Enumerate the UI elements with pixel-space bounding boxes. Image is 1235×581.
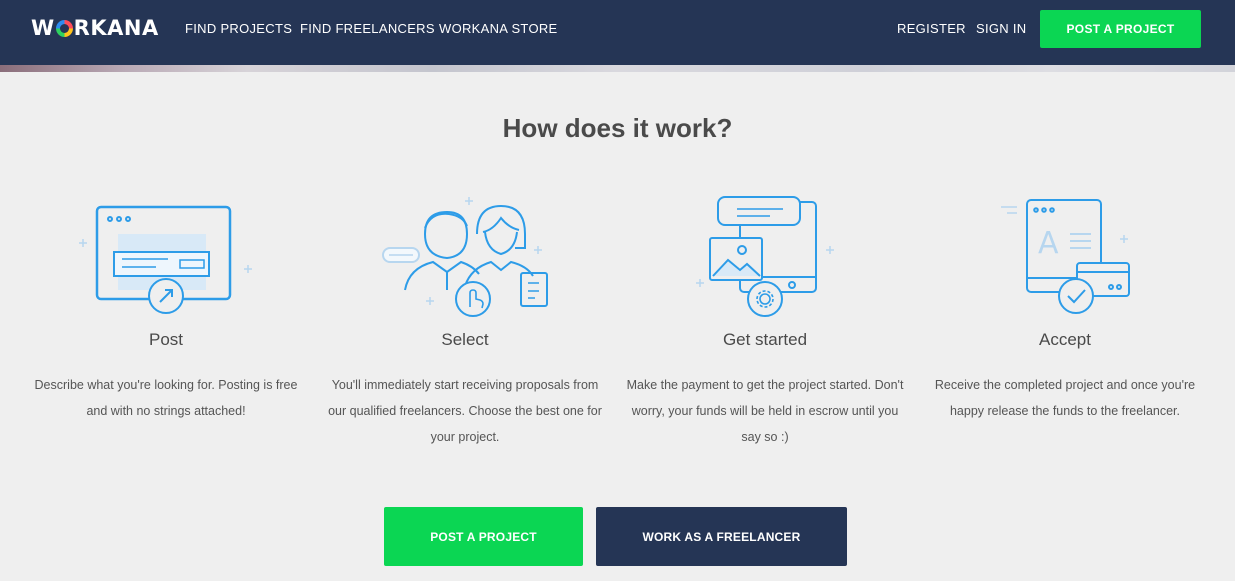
browser-window-icon [79, 205, 252, 314]
top-navbar: W RKANA FIND PROJECTS FIND FREELANCERS WO… [0, 0, 1235, 65]
devices-gear-icon [696, 196, 834, 317]
svg-text:A: A [1038, 226, 1059, 261]
logo-ring-icon [55, 19, 73, 37]
post-project-header-button[interactable]: POST A PROJECT [1040, 10, 1201, 48]
post-project-button[interactable]: POST A PROJECT [384, 507, 583, 566]
nav-find-projects[interactable]: FIND PROJECTS [185, 21, 292, 36]
step-post-title: Post [148, 330, 184, 349]
step-select-title: Select [441, 330, 489, 349]
workana-logo[interactable]: W RKANA [31, 16, 159, 40]
nav-workana-store[interactable]: WORKANA STORE [439, 21, 558, 36]
step-get-started-description: Make the payment to get the project star… [626, 378, 904, 444]
section-title: How does it work? [502, 113, 733, 143]
step-select-description: You'll immediately start receiving propo… [328, 378, 602, 444]
nav-find-freelancers[interactable]: FIND FREELANCERS [300, 21, 435, 36]
step-get-started-title: Get started [722, 330, 808, 349]
step-post-description: Describe what you're looking for. Postin… [34, 378, 298, 418]
people-select-icon [382, 197, 548, 317]
nav-register[interactable]: REGISTER [897, 21, 966, 36]
nav-sign-in[interactable]: SIGN IN [976, 21, 1027, 36]
step-accept-title: Accept [1039, 330, 1091, 349]
work-as-freelancer-button[interactable]: WORK AS A FREELANCER [596, 507, 847, 566]
tablet-card-check-icon: A [1001, 199, 1130, 314]
hero-image-strip [0, 65, 1235, 72]
step-accept-description: Receive the completed project and once y… [934, 378, 1196, 418]
